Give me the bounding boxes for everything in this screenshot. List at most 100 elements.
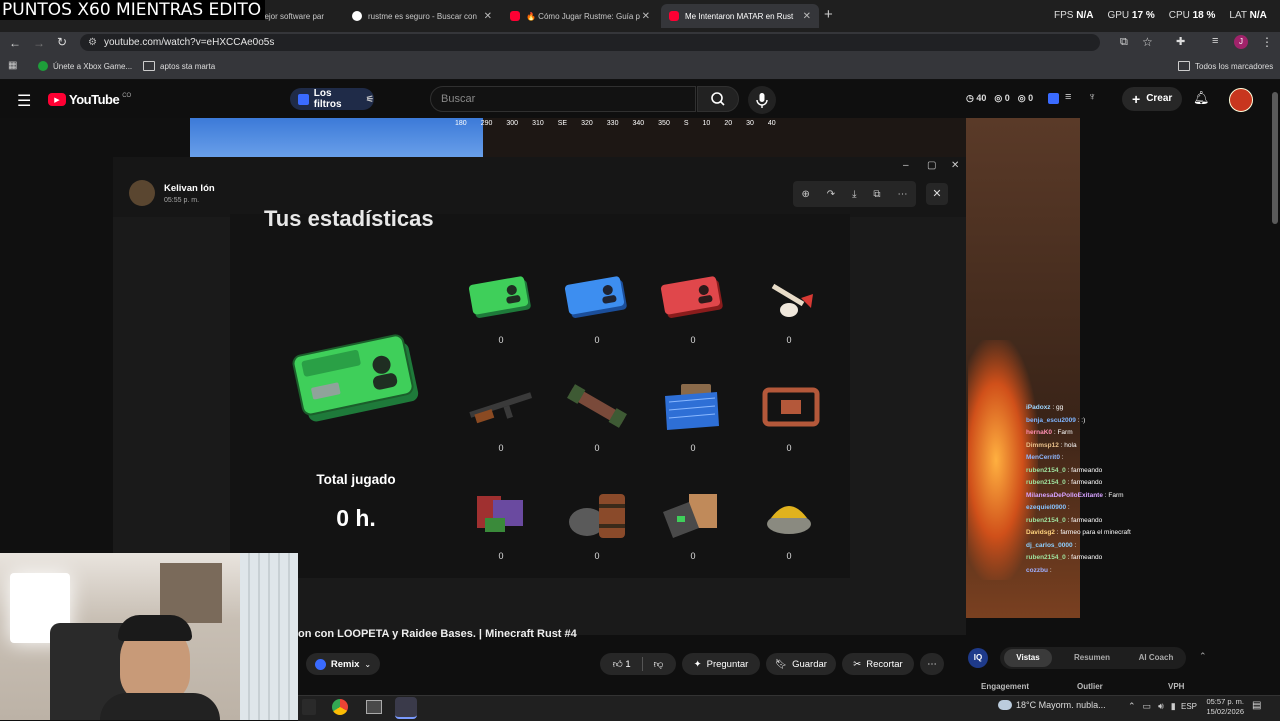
forward-share-icon[interactable]: ↷	[827, 189, 835, 200]
reload-icon[interactable]: ↻	[57, 35, 67, 49]
chat-message: ezequiel0900 :	[1026, 502, 1176, 515]
window-blinds	[240, 553, 298, 720]
app-icon[interactable]	[302, 699, 316, 715]
new-tab-button[interactable]: +	[824, 6, 833, 23]
ext-tab-resumen[interactable]: Resumen	[1068, 649, 1116, 667]
item-cobalt-card-blue: 0	[559, 272, 635, 345]
window-close-icon[interactable]: ✕	[951, 160, 959, 171]
zoom-icon[interactable]: ⊕	[801, 189, 809, 200]
app-window-icon[interactable]	[366, 700, 382, 714]
tab-label: nejor software par	[260, 11, 325, 21]
install-app-icon[interactable]: ⧉	[1120, 36, 1128, 49]
item-count: 0	[498, 335, 504, 345]
bookmark-item[interactable]: aptos sta marta	[143, 61, 215, 71]
open-external-icon[interactable]: ⧉	[873, 189, 880, 200]
volume-icon[interactable]: 🔊︎	[1158, 701, 1164, 712]
like-button[interactable]: 👍︎ 1	[613, 658, 631, 670]
channel-avatar[interactable]	[1229, 88, 1253, 112]
profile-avatar[interactable]: J	[1234, 35, 1248, 49]
bookmark-item[interactable]: Únete a Xbox Game...	[38, 61, 132, 71]
ext-tab-ai-coach[interactable]: AI Coach	[1132, 649, 1180, 667]
ext-tab-vistas[interactable]: Vistas	[1004, 649, 1052, 667]
bookmark-star-icon[interactable]: ☆	[1142, 35, 1153, 49]
weather-widget[interactable]: 18°C Mayorm. nubla...	[998, 700, 1106, 710]
chat-username: ruben2154_0	[1026, 516, 1066, 524]
voice-search-button[interactable]	[748, 86, 776, 114]
chevron-up-tray-icon[interactable]: ⌃	[1128, 701, 1136, 712]
more-icon[interactable]: ⋯	[897, 189, 907, 200]
apps-icon[interactable]: ▦	[8, 60, 17, 71]
chat-separator: :	[1072, 541, 1077, 549]
chat-message: ruben2154_0 : farmeando	[1026, 552, 1176, 565]
scrollbar-thumb[interactable]	[1272, 92, 1278, 224]
menu-icon[interactable]: ⋮	[1261, 35, 1273, 49]
viewer-toolbar: ⊕ ↷ ⤓ ⧉ ⋯	[793, 181, 916, 207]
minimize-icon[interactable]: –	[903, 160, 909, 171]
close-icon[interactable]: ✕	[803, 11, 811, 22]
folder-icon	[143, 61, 155, 71]
bookmark-icon: 🔖︎	[775, 658, 788, 670]
bone-club-icon	[771, 283, 813, 317]
more-actions-button[interactable]: ⋯	[920, 653, 944, 675]
trophy-icon[interactable]: ♆	[1088, 91, 1096, 103]
sent-time: 05:55 p. m.	[164, 197, 200, 204]
chat-text: farmeo para el minecraft	[1060, 529, 1131, 536]
close-viewer-button[interactable]: ✕	[926, 183, 948, 205]
download-icon[interactable]: ⤓	[852, 189, 856, 200]
ext-icon[interactable]	[1048, 93, 1059, 104]
filter-ext-icon	[298, 93, 309, 105]
chevron-up-icon[interactable]: ⌃	[1199, 651, 1207, 662]
site-info-icon[interactable]: ⚙	[88, 37, 97, 48]
item-bone-club: 0	[751, 272, 827, 345]
cloud-icon	[998, 700, 1012, 710]
clock-counter: ◷ 40	[966, 93, 987, 103]
browser-tab[interactable]: rustme es seguro - Buscar con ✕	[344, 4, 500, 28]
notifications-icon[interactable]: 🔔︎	[1193, 90, 1210, 106]
search-icon	[711, 92, 725, 106]
item-count: 0	[786, 551, 792, 561]
search-input[interactable]: Buscar	[430, 86, 696, 112]
col-outlier: Outlier	[1077, 682, 1103, 691]
filters-button[interactable]: Los filtros ⚟	[290, 88, 374, 110]
create-button[interactable]: + Crear	[1122, 87, 1182, 111]
discord-icon[interactable]	[395, 697, 417, 719]
browser-tab[interactable]: nejor software par	[252, 4, 342, 28]
save-button[interactable]: 🔖︎ Guardar	[766, 653, 836, 675]
chat-username: cozzbu	[1026, 566, 1049, 574]
chat-message: MilanesaDePolloExitante : Farm	[1026, 490, 1176, 503]
url-bar[interactable]: youtube.com/watch?v=eHXCCAe0o5s	[80, 34, 1100, 51]
remix-button[interactable]: Remix ⌄	[306, 653, 380, 675]
folder-icon	[1178, 61, 1190, 71]
close-icon[interactable]: ✕	[642, 11, 650, 22]
clip-button[interactable]: ✂ Recortar	[842, 653, 914, 675]
close-icon[interactable]: ✕	[484, 11, 492, 22]
chat-username: ruben2154_0	[1026, 554, 1066, 561]
forward-icon[interactable]: →	[33, 36, 45, 50]
cpu-stat: CPU 18 %	[1168, 10, 1216, 21]
clock[interactable]: 05:57 p. m. 15/02/2026	[1200, 697, 1244, 717]
rocket-launcher-icon	[567, 384, 627, 428]
language-indicator[interactable]: ESP	[1181, 702, 1197, 711]
browser-tab[interactable]: 🔥 Cómo Jugar Rustme: Guía p ✕	[502, 4, 658, 28]
perf-overlay: FPS N/A GPU 17 % CPU 18 % LAT N/A	[1054, 10, 1267, 21]
dislike-button[interactable]: 👎︎	[654, 658, 664, 670]
stream-chat: iPadoxz : gg benja_escu2009 : :) hernaK0 :…	[1026, 402, 1176, 577]
youtube-logo[interactable]: ▶ YouTube CO	[48, 92, 131, 107]
battery-icon[interactable]: ▮	[1171, 701, 1176, 712]
ask-button[interactable]: ✦ Preguntar	[682, 653, 760, 675]
hamburger-icon[interactable]: ☰	[17, 91, 31, 111]
back-icon[interactable]: ←	[9, 36, 21, 50]
maximize-icon[interactable]: ▢	[927, 160, 936, 171]
list-icon[interactable]: ≡	[1065, 91, 1071, 103]
search-button[interactable]	[697, 86, 739, 112]
chrome-icon[interactable]	[332, 699, 348, 715]
network-icon[interactable]: ▭	[1143, 701, 1152, 712]
chat-username: ruben2154_0	[1026, 479, 1066, 486]
notification-center-icon[interactable]: ▤	[1252, 700, 1261, 711]
media-icon[interactable]: ≡	[1212, 35, 1218, 47]
sparkle-icon: ✦	[693, 658, 702, 670]
extensions-icon[interactable]: ✚	[1176, 35, 1185, 48]
browser-tab-active[interactable]: Me Intentaron MATAR en Rust ✕	[661, 4, 819, 28]
sender-avatar	[129, 180, 155, 206]
all-bookmarks[interactable]: Todos los marcadores	[1178, 61, 1273, 71]
